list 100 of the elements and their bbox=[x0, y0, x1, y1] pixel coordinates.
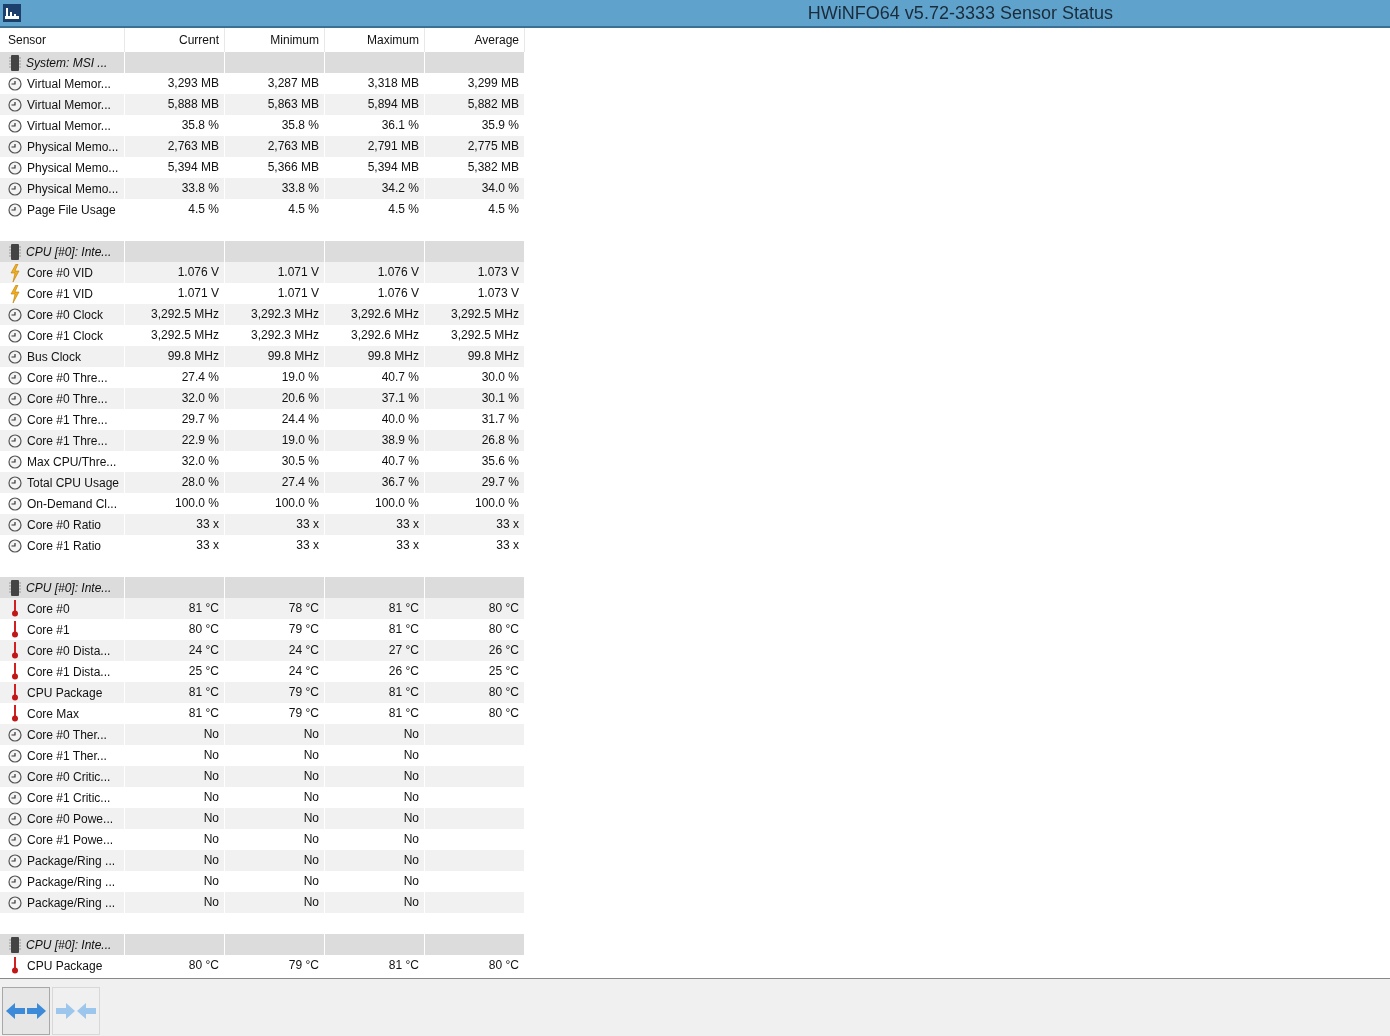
sensor-cell[interactable]: Core #0 Ther... bbox=[0, 724, 125, 745]
table-cell: 5,894 MB bbox=[325, 94, 425, 115]
table-cell: No bbox=[225, 766, 325, 787]
sensor-name: Max CPU/Thre... bbox=[27, 453, 117, 471]
clock-icon bbox=[8, 853, 22, 868]
table-cell: No bbox=[225, 850, 325, 871]
table-cell: 33.8 % bbox=[225, 178, 325, 199]
clock-icon bbox=[8, 433, 22, 448]
sensor-cell[interactable]: Total CPU Usage bbox=[0, 472, 125, 493]
table-cell: 2,791 MB bbox=[325, 136, 425, 157]
table-cell: 29.7 % bbox=[425, 472, 525, 493]
group-row[interactable]: System: MSI ... bbox=[0, 52, 125, 73]
sensor-name: Core #1 Thre... bbox=[27, 411, 108, 429]
table-cell: 99.8 MHz bbox=[425, 346, 525, 367]
table-cell: 34.2 % bbox=[325, 178, 425, 199]
sensor-name: Page File Usage bbox=[27, 201, 116, 219]
table-cell: 33 x bbox=[325, 514, 425, 535]
table-cell: 32.0 % bbox=[125, 388, 225, 409]
clock-icon bbox=[8, 895, 22, 910]
table-cell: 99.8 MHz bbox=[325, 346, 425, 367]
sensor-cell[interactable]: CPU Package bbox=[0, 682, 125, 703]
table-cell: No bbox=[225, 808, 325, 829]
sensor-cell[interactable]: Core #0 Powe... bbox=[0, 808, 125, 829]
table-cell: 38.9 % bbox=[325, 430, 425, 451]
sensor-name: Core #0 Dista... bbox=[27, 642, 111, 660]
table-cell: 5,882 MB bbox=[425, 94, 525, 115]
clock-icon bbox=[8, 76, 22, 91]
sensor-name: Bus Clock bbox=[27, 348, 82, 366]
table-cell: 3,292.6 MHz bbox=[325, 304, 425, 325]
clock-icon bbox=[8, 307, 22, 322]
table-cell: 3,292.5 MHz bbox=[125, 304, 225, 325]
sensor-name: Core #0 Clock bbox=[27, 306, 104, 324]
expand-button[interactable] bbox=[2, 987, 50, 1035]
clock-icon bbox=[8, 160, 22, 175]
thermometer-icon bbox=[11, 957, 19, 974]
sensor-cell[interactable]: Virtual Memor... bbox=[0, 94, 125, 115]
table-cell: No bbox=[125, 766, 225, 787]
clock-icon bbox=[8, 475, 22, 490]
group-name: CPU [#0]: Inte... bbox=[26, 936, 112, 954]
group-name: CPU [#0]: Inte... bbox=[26, 579, 112, 597]
sensor-name: Physical Memo... bbox=[27, 180, 119, 198]
table-cell: 99.8 MHz bbox=[225, 346, 325, 367]
table-cell: 1.073 V bbox=[425, 262, 525, 283]
sensor-cell[interactable]: Package/Ring ... bbox=[0, 850, 125, 871]
thermometer-icon bbox=[11, 663, 19, 680]
sensor-cell[interactable]: Physical Memo... bbox=[0, 178, 125, 199]
arrows-outward-icon bbox=[6, 1001, 46, 1021]
clock-icon bbox=[8, 349, 22, 364]
sensor-name: Physical Memo... bbox=[27, 159, 119, 177]
table-cell: 26 °C bbox=[425, 640, 525, 661]
sensor-cell[interactable]: Core #1 Thre... bbox=[0, 430, 125, 451]
sensor-cell[interactable]: Core #0 Dista... bbox=[0, 640, 125, 661]
sensor-name: Core #0 VID bbox=[27, 264, 94, 282]
table-cell: 24 °C bbox=[225, 640, 325, 661]
sensor-name: Core #1 bbox=[27, 621, 70, 639]
sensor-cell[interactable]: Core #0 bbox=[0, 598, 125, 619]
sensor-cell[interactable]: Core #0 Thre... bbox=[0, 388, 125, 409]
sensor-cell[interactable]: Core #0 VID bbox=[0, 262, 125, 283]
sensor-name: Core #1 Thre... bbox=[27, 432, 108, 450]
clock-icon bbox=[8, 517, 22, 532]
clock-icon bbox=[8, 370, 22, 385]
sensor-name: Core #0 Critic... bbox=[27, 768, 111, 786]
sensor-cell[interactable]: Package/Ring ... bbox=[0, 892, 125, 913]
table-cell: 99.8 MHz bbox=[125, 346, 225, 367]
app-icon bbox=[3, 4, 21, 22]
table-cell: No bbox=[325, 850, 425, 871]
sensor-cell[interactable]: Bus Clock bbox=[0, 346, 125, 367]
table-cell: 22.9 % bbox=[125, 430, 225, 451]
clock-icon bbox=[8, 832, 22, 847]
table-cell: 1.076 V bbox=[325, 262, 425, 283]
sensor-cell[interactable]: Core #0 Clock bbox=[0, 304, 125, 325]
clock-icon bbox=[8, 874, 22, 889]
sensor-name: Core #1 Critic... bbox=[27, 789, 111, 807]
sensor-cell[interactable]: Core #0 Critic... bbox=[0, 766, 125, 787]
table-cell: 5,888 MB bbox=[125, 94, 225, 115]
group-row[interactable]: CPU [#0]: Inte... bbox=[0, 577, 125, 598]
table-cell: No bbox=[125, 808, 225, 829]
sensor-name: Physical Memo... bbox=[27, 138, 119, 156]
chip-icon bbox=[9, 579, 21, 596]
table-cell: 78 °C bbox=[225, 598, 325, 619]
sensor-cell[interactable]: Physical Memo... bbox=[0, 136, 125, 157]
table-cell: No bbox=[325, 892, 425, 913]
clock-icon bbox=[8, 727, 22, 742]
table-cell: 33 x bbox=[125, 514, 225, 535]
table-cell: 37.1 % bbox=[325, 388, 425, 409]
sensor-name: Virtual Memor... bbox=[27, 96, 111, 114]
clock-icon bbox=[8, 748, 22, 763]
table-cell: No bbox=[325, 724, 425, 745]
table-cell: 79 °C bbox=[225, 682, 325, 703]
table-cell: 30.1 % bbox=[425, 388, 525, 409]
group-row[interactable]: CPU [#0]: Inte... bbox=[0, 934, 125, 955]
sensor-name: Core #1 VID bbox=[27, 285, 94, 303]
table-cell: 80 °C bbox=[425, 598, 525, 619]
group-row[interactable]: CPU [#0]: Inte... bbox=[0, 241, 125, 262]
sensor-cell[interactable]: Core #0 Ratio bbox=[0, 514, 125, 535]
clock-icon bbox=[8, 97, 22, 112]
clock-icon bbox=[8, 412, 22, 427]
collapse-button[interactable] bbox=[52, 987, 100, 1035]
thermometer-icon bbox=[11, 600, 19, 617]
group-name: CPU [#0]: Inte... bbox=[26, 243, 112, 261]
